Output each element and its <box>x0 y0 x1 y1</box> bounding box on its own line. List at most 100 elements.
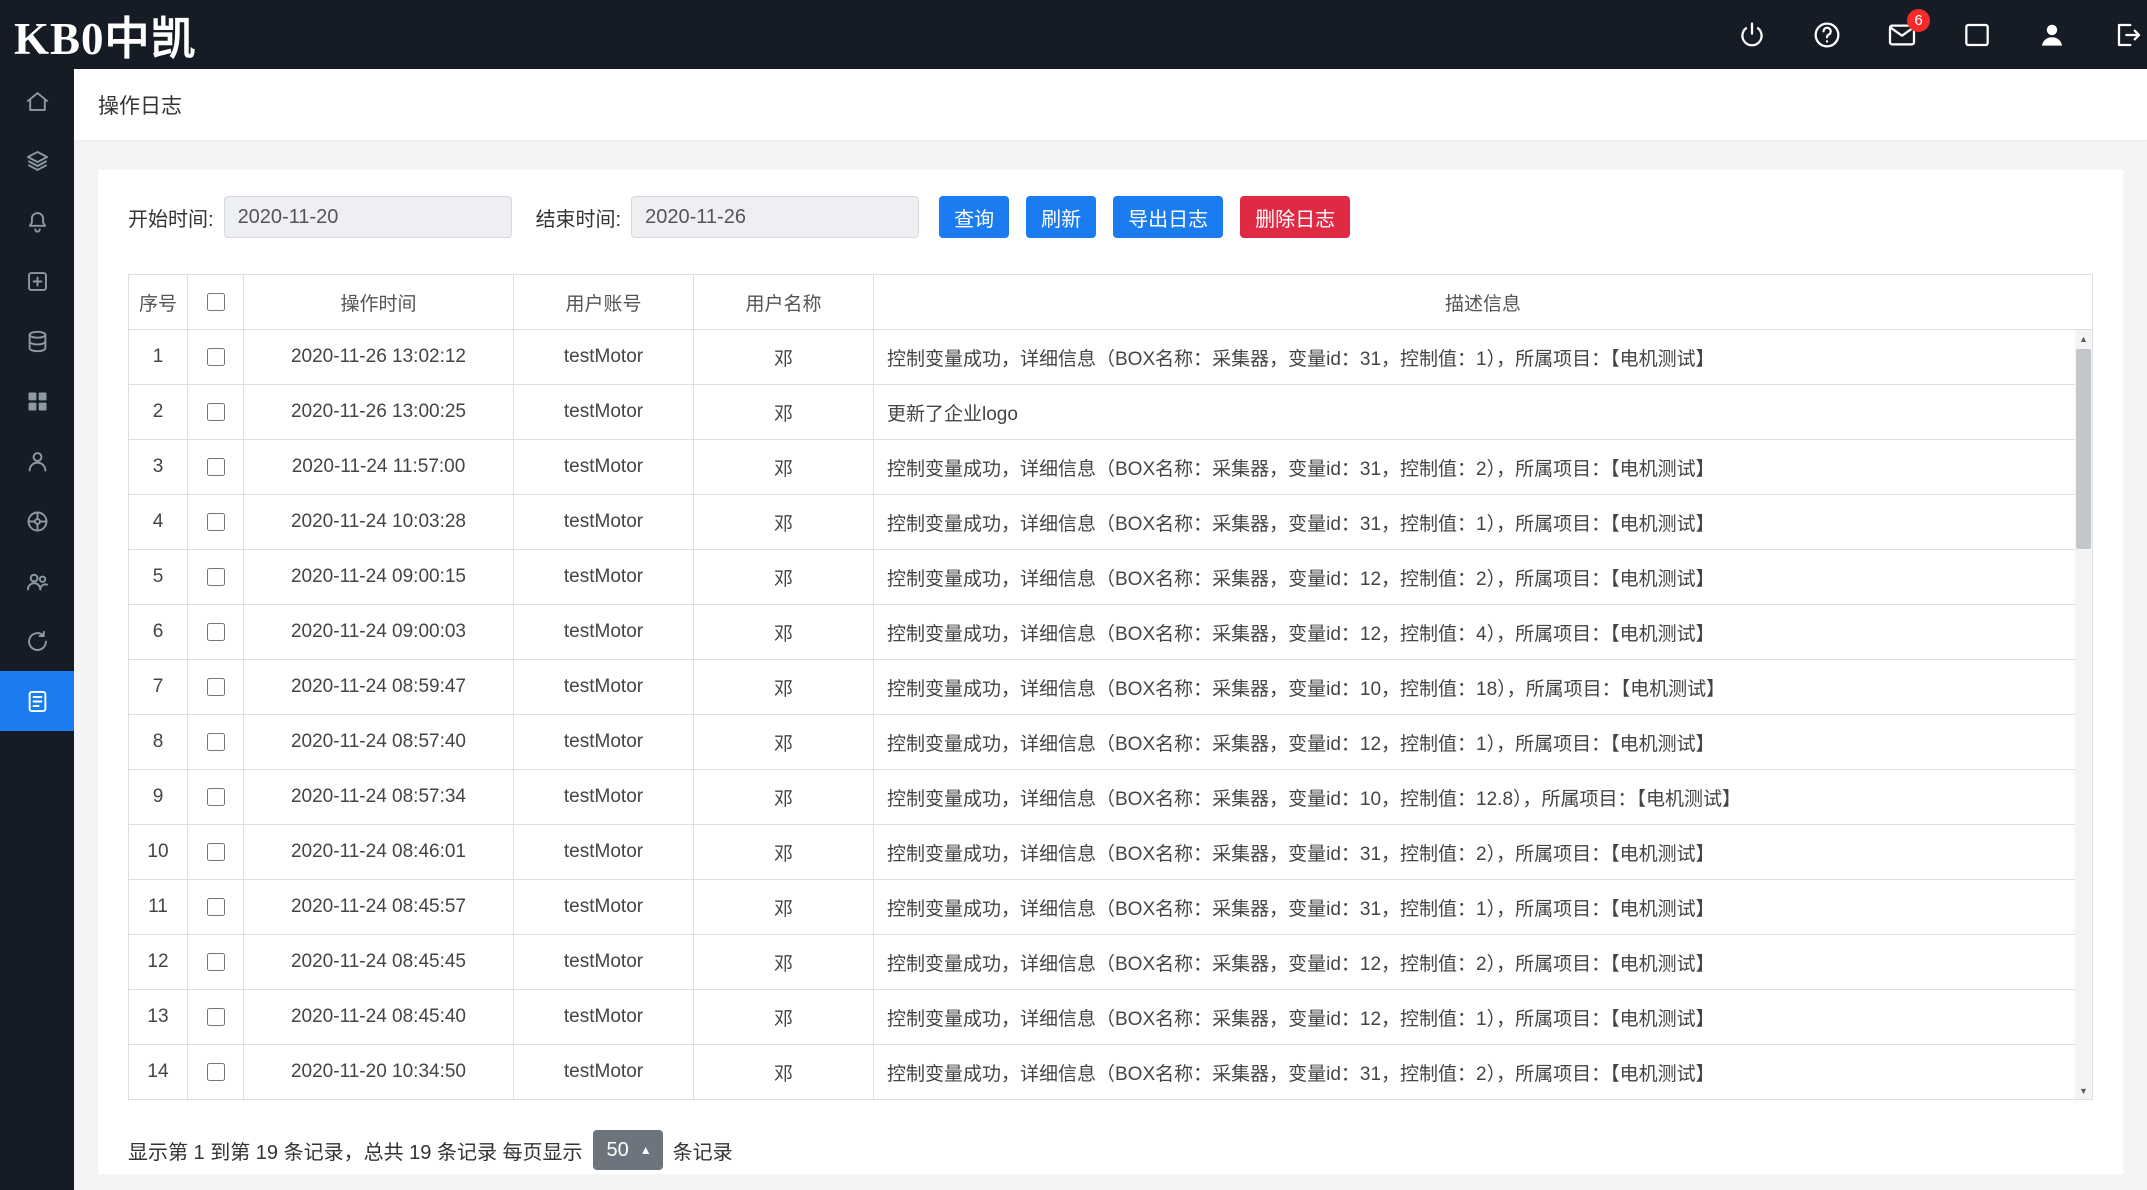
sidebar-item-home[interactable] <box>0 71 74 131</box>
end-time-label: 结束时间: <box>536 203 622 232</box>
power-icon[interactable] <box>1736 19 1768 51</box>
row-checkbox[interactable] <box>207 733 225 751</box>
cell-no: 9 <box>129 770 188 825</box>
row-checkbox[interactable] <box>207 403 225 421</box>
cell-name: 邓 <box>694 660 874 715</box>
cell-no: 8 <box>129 715 188 770</box>
cell-account: testMotor <box>514 880 694 935</box>
cell-time: 2020-11-24 08:45:45 <box>244 935 514 990</box>
export-log-button[interactable]: 导出日志 <box>1113 196 1223 238</box>
sidebar-item-user[interactable] <box>0 431 74 491</box>
row-checkbox[interactable] <box>207 568 225 586</box>
table-row: 13 2020-11-24 08:45:40 testMotor 邓 控制变量成… <box>129 990 2093 1045</box>
cell-no: 10 <box>129 825 188 880</box>
row-checkbox[interactable] <box>207 1063 225 1081</box>
cell-desc: 控制变量成功，详细信息（BOX名称：采集器，变量id：31，控制值：1），所属项… <box>874 880 2093 935</box>
cell-select <box>188 605 244 660</box>
mail-icon[interactable]: 6 <box>1886 19 1918 51</box>
header-select <box>188 275 244 330</box>
record-summary: 显示第 1 到第 19 条记录，总共 19 条记录 每页显示 <box>128 1136 583 1165</box>
cell-desc: 控制变量成功，详细信息（BOX名称：采集器，变量id：10，控制值：12.8），… <box>874 770 2093 825</box>
refresh-button[interactable]: 刷新 <box>1026 196 1096 238</box>
table-row: 7 2020-11-24 08:59:47 testMotor 邓 控制变量成功… <box>129 660 2093 715</box>
row-checkbox[interactable] <box>207 458 225 476</box>
start-time-input[interactable] <box>224 196 512 238</box>
bell-icon <box>24 208 51 235</box>
cell-select <box>188 495 244 550</box>
sidebar-item-add-box[interactable] <box>0 251 74 311</box>
cell-name: 邓 <box>694 550 874 605</box>
cell-desc: 控制变量成功，详细信息（BOX名称：采集器，变量id：12，控制值：2），所属项… <box>874 550 2093 605</box>
home-icon <box>24 88 51 115</box>
help-icon[interactable] <box>1811 19 1843 51</box>
cell-select <box>188 330 244 385</box>
cell-select <box>188 990 244 1045</box>
cell-select <box>188 935 244 990</box>
cell-account: testMotor <box>514 440 694 495</box>
page-title: 操作日志 <box>98 90 182 120</box>
user-icon[interactable] <box>2036 19 2068 51</box>
cell-desc: 控制变量成功，详细信息（BOX名称：采集器，变量id：31，控制值：1），所属项… <box>874 330 2093 385</box>
row-checkbox[interactable] <box>207 788 225 806</box>
row-checkbox[interactable] <box>207 843 225 861</box>
row-checkbox[interactable] <box>207 678 225 696</box>
scroll-up-icon[interactable]: ▲ <box>2075 330 2092 347</box>
log-table: 序号 操作时间 用户账号 用户名称 描述信息 1 2020-11-26 13:0… <box>128 274 2093 1100</box>
row-checkbox[interactable] <box>207 513 225 531</box>
sidebar-item-sync[interactable] <box>0 611 74 671</box>
cell-desc: 控制变量成功，详细信息（BOX名称：采集器，变量id：31，控制值：2），所属项… <box>874 1045 2093 1100</box>
cell-time: 2020-11-24 09:00:03 <box>244 605 514 660</box>
query-button[interactable]: 查询 <box>939 196 1009 238</box>
select-all-checkbox[interactable] <box>207 293 225 311</box>
cell-desc: 控制变量成功，详细信息（BOX名称：采集器，变量id：12，控制值：1），所属项… <box>874 715 2093 770</box>
table-row: 10 2020-11-24 08:46:01 testMotor 邓 控制变量成… <box>129 825 2093 880</box>
page-size-select[interactable]: 50 ▲ <box>593 1130 663 1170</box>
grid-icon <box>24 388 51 415</box>
cell-account: testMotor <box>514 715 694 770</box>
row-checkbox[interactable] <box>207 1008 225 1026</box>
end-time-input[interactable] <box>631 196 919 238</box>
table-row: 1 2020-11-26 13:02:12 testMotor 邓 控制变量成功… <box>129 330 2093 385</box>
scroll-down-icon[interactable]: ▼ <box>2075 1082 2092 1099</box>
sidebar-item-operation-log[interactable] <box>0 671 74 731</box>
cell-time: 2020-11-24 11:57:00 <box>244 440 514 495</box>
sidebar-item-notifications[interactable] <box>0 191 74 251</box>
cell-no: 13 <box>129 990 188 1045</box>
cell-desc: 控制变量成功，详细信息（BOX名称：采集器，变量id：12，控制值：1），所属项… <box>874 990 2093 1045</box>
cell-time: 2020-11-24 08:45:40 <box>244 990 514 1045</box>
sidebar-item-data-stack[interactable] <box>0 311 74 371</box>
row-checkbox[interactable] <box>207 898 225 916</box>
row-checkbox[interactable] <box>207 623 225 641</box>
sync-icon <box>24 628 51 655</box>
table-row: 8 2020-11-24 08:57:40 testMotor 邓 控制变量成功… <box>129 715 2093 770</box>
content-area: 开始时间: 结束时间: 查询 刷新 导出日志 删除日志 <box>74 140 2147 1174</box>
cell-select <box>188 1045 244 1100</box>
row-checkbox[interactable] <box>207 348 225 366</box>
cell-select <box>188 385 244 440</box>
cell-time: 2020-11-24 08:45:57 <box>244 880 514 935</box>
cell-account: testMotor <box>514 990 694 1045</box>
sidebar-item-control-wheel[interactable] <box>0 491 74 551</box>
header-account: 用户账号 <box>514 275 694 330</box>
cell-desc: 更新了企业logo <box>874 385 2093 440</box>
cell-no: 11 <box>129 880 188 935</box>
cell-no: 4 <box>129 495 188 550</box>
row-checkbox[interactable] <box>207 953 225 971</box>
cell-name: 邓 <box>694 770 874 825</box>
cell-desc: 控制变量成功，详细信息（BOX名称：采集器，变量id：31，控制值：2），所属项… <box>874 440 2093 495</box>
table-scrollbar[interactable]: ▲ ▼ <box>2075 330 2092 1099</box>
scroll-thumb[interactable] <box>2076 349 2091 549</box>
sidebar-item-user-group[interactable] <box>0 551 74 611</box>
user-icon <box>24 448 51 475</box>
cell-account: testMotor <box>514 825 694 880</box>
log-table-body: 1 2020-11-26 13:02:12 testMotor 邓 控制变量成功… <box>129 330 2093 1100</box>
filter-row: 开始时间: 结束时间: 查询 刷新 导出日志 删除日志 <box>128 196 2093 238</box>
window-icon[interactable] <box>1961 19 1993 51</box>
logout-icon[interactable] <box>2111 19 2143 51</box>
table-row: 12 2020-11-24 08:45:45 testMotor 邓 控制变量成… <box>129 935 2093 990</box>
cell-no: 7 <box>129 660 188 715</box>
sidebar-item-layers[interactable] <box>0 131 74 191</box>
sidebar-item-dashboard-grid[interactable] <box>0 371 74 431</box>
delete-log-button[interactable]: 删除日志 <box>1240 196 1350 238</box>
cell-desc: 控制变量成功，详细信息（BOX名称：采集器，变量id：12，控制值：4），所属项… <box>874 605 2093 660</box>
